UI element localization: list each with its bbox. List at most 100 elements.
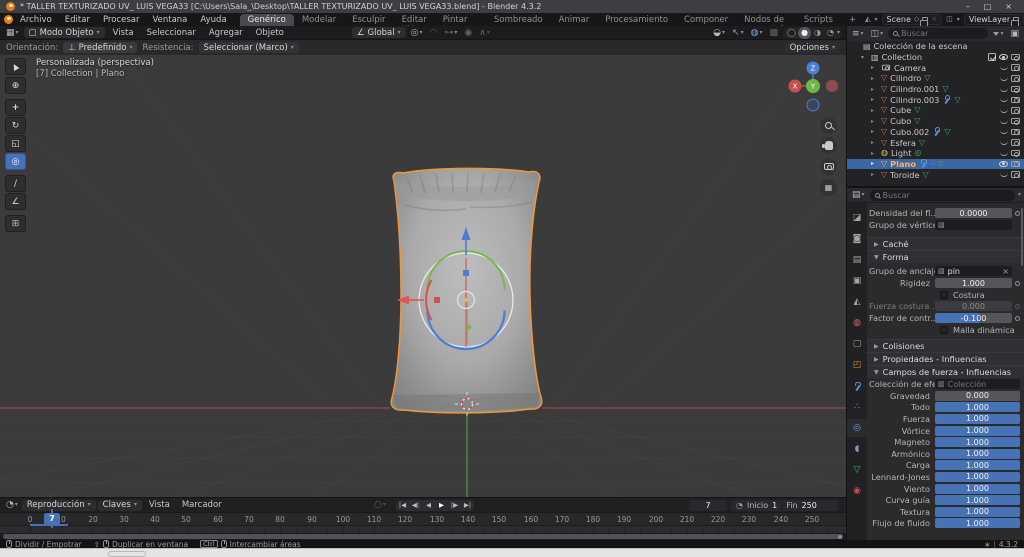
navigation-gizmo[interactable]: Z X Y [786,59,840,113]
zoom-button[interactable] [820,117,837,134]
scene-selector[interactable]: Scene ◇ × [881,14,943,28]
play-button[interactable]: ▶ [435,500,448,511]
render-visibility-icon[interactable] [1011,128,1020,136]
pivot-point-dropdown[interactable]: ◎ ▾ [409,28,425,38]
force-slider[interactable]: 1.000 [935,448,1020,459]
tab-output[interactable]: ▤ [847,251,867,269]
perspective-toggle-button[interactable]: ▦ [820,179,837,196]
close-button[interactable]: × [1005,2,1012,11]
render-visibility-icon[interactable] [1011,160,1020,168]
outliner-display-mode-dropdown[interactable]: ≡ ▾ [850,29,866,39]
previous-keyframe-button[interactable]: ◀| [409,500,422,511]
eye-closed-icon[interactable] [1000,76,1008,81]
timeline-menu-marcador[interactable]: Marcador [177,500,227,510]
tab-scene[interactable]: ◭ [847,293,867,311]
animate-dot-icon[interactable] [1015,315,1020,321]
scene-icon[interactable]: ◭ [865,16,870,23]
render-visibility-icon[interactable] [1011,149,1020,157]
tab-animar[interactable]: Animar [551,14,598,26]
outliner-search[interactable] [888,28,989,39]
move-tool-button[interactable]: + [5,99,26,116]
force-slider[interactable]: 1.000 [935,413,1020,424]
outliner-row-collection[interactable]: ▾ ▥ Collection [847,52,1024,63]
new-view-layer-icon[interactable] [1011,16,1020,28]
maximize-button[interactable]: □ [984,2,992,11]
shape-panel-header[interactable]: ▼ Forma [867,250,1024,263]
jump-to-start-button[interactable]: |◀ [396,500,409,511]
tab-constraints[interactable]: ◖ [847,440,867,458]
render-visibility-icon[interactable] [1011,75,1020,82]
render-visibility-icon[interactable] [1011,96,1020,104]
keying-dropdown[interactable]: Claves ▾ [97,499,142,511]
expand-icon[interactable]: ▸ [871,171,878,178]
tab-object[interactable]: ◰ [847,356,867,374]
menu-procesar[interactable]: Procesar [97,15,146,25]
camera-view-button[interactable] [820,158,837,175]
sewing-checkbox[interactable] [940,290,948,299]
render-visibility-icon[interactable] [1011,117,1020,125]
add-cube-tool-button[interactable]: ⊞ [5,215,26,232]
eye-closed-icon[interactable] [1000,151,1008,156]
tab-collection[interactable]: ▢ [847,335,867,353]
editor-type-dropdown[interactable]: ▦ ▾ [4,28,21,38]
options-dropdown[interactable]: Opciones ▾ [784,42,840,53]
force-slider[interactable]: 0.000 [935,390,1020,401]
tab-componer[interactable]: Componer [676,14,736,26]
select-box-tool-button[interactable]: ▲ [5,58,26,75]
properties-search[interactable] [869,189,1015,201]
tab-particles[interactable]: ∴ [847,398,867,416]
tab-nodos-geometria[interactable]: Nodos de geometría [736,14,796,35]
unlink-scene-icon[interactable]: × [931,16,937,23]
outliner-row-cubo[interactable]: ▸ ▽ Cubo ▽ [847,116,1024,127]
eye-closed-icon[interactable] [1000,108,1008,113]
outliner-filter-dropdown[interactable]: ▾ [991,30,1005,37]
eye-open-icon[interactable] [999,53,1008,61]
view-layer-selector[interactable]: ViewLayer [963,14,1024,28]
annotate-tool-button[interactable]: ∕ [5,175,26,192]
expand-icon[interactable]: ▸ [871,160,878,167]
force-slider[interactable]: 1.000 [935,460,1020,471]
outliner-row-light[interactable]: ▸ ◍ Light ◎ [847,148,1024,159]
expand-icon[interactable]: ▸ [871,96,878,103]
outliner-row-toroide[interactable]: ▸ ▽ Toroide ▽ [847,169,1024,180]
rotate-tool-button[interactable]: ↻ [5,117,26,134]
animate-dot-icon[interactable] [1015,280,1020,286]
app-menu-icon[interactable] [4,15,13,24]
timeline-scrollbar[interactable] [3,534,843,539]
effector-collection-field[interactable]: ▥ Colección [935,379,1020,389]
snap-magnet-toggle[interactable]: ◠ [428,28,440,38]
view-layer-icon[interactable]: ◫ [946,16,953,23]
expand-icon[interactable]: ▸ [871,75,878,82]
transform-orientation-dropdown[interactable]: ∠ Global ▾ [351,27,406,38]
render-visibility-icon[interactable] [1011,53,1020,61]
force-slider[interactable]: 1.000 [935,425,1020,436]
measure-tool-button[interactable]: ∠ [5,193,26,210]
outliner-row-esfera[interactable]: ▸ ▽ Esfera ▽ [847,137,1024,148]
eye-closed-icon[interactable] [1000,97,1008,103]
3d-viewport[interactable]: Personalizada (perspectiva) [7] Collecti… [0,55,846,497]
timeline-menu-vista[interactable]: Vista [144,500,175,510]
expand-icon[interactable]: ▸ [871,150,878,157]
tab-modelar[interactable]: Modelar [294,14,344,26]
tab-render[interactable]: ◙ [847,230,867,248]
end-frame-value[interactable]: 250 [802,501,817,510]
auto-keying-toggle[interactable]: ○ ▾ [372,500,388,510]
outliner-search-input[interactable] [901,29,984,38]
scene-browse-chevron[interactable]: ▾ [875,16,878,23]
eye-closed-icon[interactable] [1000,172,1008,178]
render-visibility-icon[interactable] [1011,171,1020,178]
tab-view-layer[interactable]: ▣ [847,272,867,290]
fallback-tool-dropdown[interactable]: Seleccionar (Marco) ▾ [198,42,299,53]
next-keyframe-button[interactable]: |▶ [448,500,461,511]
3d-cursor-tool-button[interactable]: ⊕ [5,77,26,94]
menu-editar[interactable]: Editar [59,15,96,25]
outliner-row-cilindro-001[interactable]: ▸ ▽ Cilindro.001 ▽ [847,84,1024,95]
overlays-dropdown[interactable]: ◍ ▾ [749,28,765,38]
menu-agregar[interactable]: Agregar [204,28,248,38]
shading-rendered-button[interactable]: ◔ [824,27,837,39]
clear-icon[interactable]: × [1002,267,1009,276]
weights-panel-header[interactable]: ▶ Propiedades - Influencias [867,352,1024,365]
expand-icon[interactable]: ▸ [871,107,878,114]
shading-solid-button[interactable]: ● [797,26,811,39]
minimize-button[interactable]: – [966,2,970,11]
